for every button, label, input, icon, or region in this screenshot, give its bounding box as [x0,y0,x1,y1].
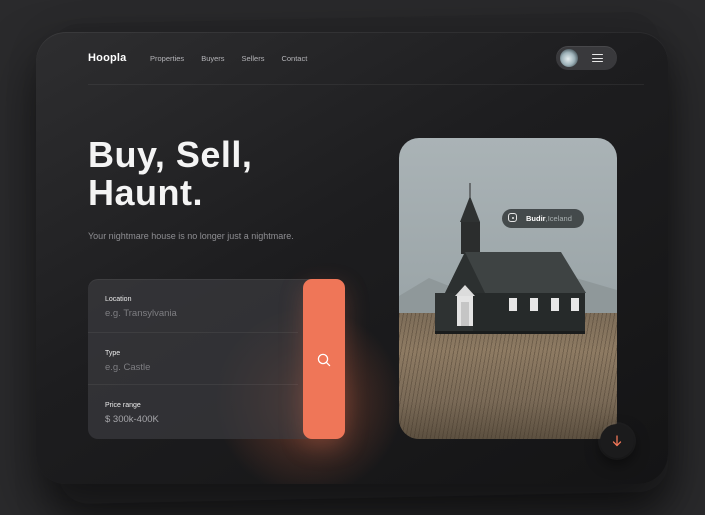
nav-divider [88,84,644,85]
nav-link-contact[interactable]: Contact [281,54,307,63]
nav-link-buyers[interactable]: Buyers [201,54,224,63]
type-field[interactable]: Type e.g. Castle [88,332,298,384]
map-pin-icon [508,213,517,222]
type-input[interactable]: e.g. Castle [105,362,150,373]
brand-logo[interactable]: Hoopla [88,52,126,64]
property-photo[interactable] [399,138,617,439]
hero-title-line-1: Buy, Sell, [88,134,253,175]
avatar[interactable] [560,49,578,67]
location-tag[interactable]: Budir, Iceland [502,209,584,228]
location-label: Location [105,296,132,303]
nav-links: Properties Buyers Sellers Contact [150,54,307,63]
nav-link-sellers[interactable]: Sellers [242,54,265,63]
arrow-down-icon [612,435,622,447]
app-window: Hoopla Properties Buyers Sellers Contact… [36,32,668,484]
price-range-label: Price range [105,402,141,409]
location-field[interactable]: Location e.g. Transylvania [88,279,298,330]
hero-title: Buy, Sell, Haunt. [88,136,252,212]
location-country: Iceland [547,214,572,223]
nav-link-properties[interactable]: Properties [150,54,184,63]
top-navigation: Hoopla Properties Buyers Sellers Contact [36,32,668,84]
location-input[interactable]: e.g. Transylvania [105,308,177,319]
location-place: Budir [526,214,546,223]
scroll-down-button[interactable] [600,424,634,458]
account-menu-pill [556,46,617,70]
type-label: Type [105,350,121,357]
search-icon [317,353,331,367]
price-range-input[interactable]: $ 300k-400K [105,414,159,425]
search-button[interactable] [303,279,345,439]
church-illustration [435,183,586,334]
hero-title-line-2: Haunt. [88,172,203,213]
price-range-field[interactable]: Price range $ 300k-400K [88,384,298,436]
hamburger-menu-icon[interactable] [592,54,603,63]
hero-subtitle: Your nightmare house is no longer just a… [88,231,294,241]
